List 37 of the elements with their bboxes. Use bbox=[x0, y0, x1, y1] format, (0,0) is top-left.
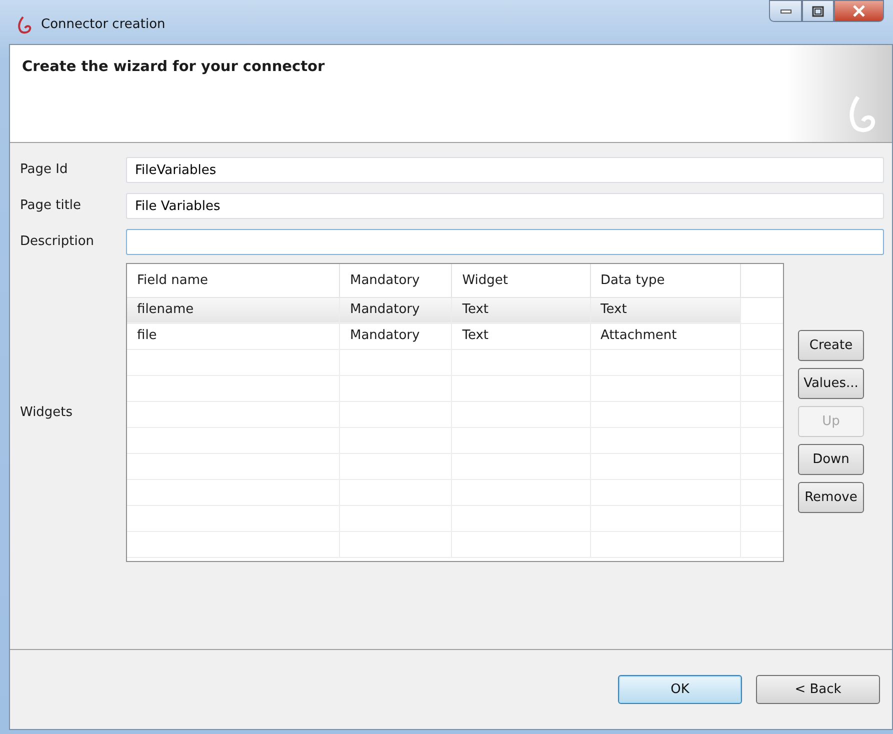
maximize-button[interactable] bbox=[802, 0, 834, 22]
table-cell: file bbox=[127, 323, 340, 349]
field-label: Page Id bbox=[20, 161, 69, 180]
column-header[interactable]: Widget bbox=[452, 264, 590, 297]
table-cell: Attachment bbox=[590, 323, 740, 349]
action-button[interactable]: Remove bbox=[798, 482, 864, 513]
dialog-button[interactable]: < Back bbox=[756, 675, 880, 704]
table-cell: Text bbox=[452, 297, 590, 323]
text-field[interactable]: File Variables bbox=[126, 193, 884, 219]
minimize-icon bbox=[780, 8, 792, 14]
table-cell: Text bbox=[452, 323, 590, 349]
text-field[interactable]: FileVariables bbox=[126, 157, 884, 183]
text-field[interactable] bbox=[126, 229, 884, 255]
action-button[interactable]: Values... bbox=[798, 368, 864, 399]
field-label: Description bbox=[20, 233, 96, 252]
app-logo-icon bbox=[848, 95, 878, 135]
close-icon bbox=[852, 5, 866, 17]
table-cell: Text bbox=[590, 297, 740, 323]
wizard-title: Create the wizard for your connector bbox=[22, 58, 326, 77]
minimize-button[interactable] bbox=[769, 0, 802, 22]
table-cell: filename bbox=[127, 297, 340, 323]
field-label: Widgets bbox=[20, 404, 73, 420]
window-title: Connector creation bbox=[41, 16, 166, 34]
table-cell: Mandatory bbox=[339, 323, 452, 349]
field-label: Page title bbox=[20, 197, 82, 216]
table-row[interactable]: filename Mandatory Text Text bbox=[127, 297, 783, 323]
action-button[interactable]: Create bbox=[798, 330, 864, 361]
table-row[interactable]: file Mandatory Text Attachment bbox=[127, 323, 783, 349]
close-button[interactable] bbox=[834, 0, 884, 22]
maximize-icon bbox=[812, 6, 824, 16]
table-cell: Mandatory bbox=[339, 297, 452, 323]
column-header[interactable]: Mandatory bbox=[339, 264, 452, 297]
action-button[interactable]: Down bbox=[798, 444, 864, 475]
column-header[interactable]: Field name bbox=[127, 264, 340, 297]
column-header[interactable]: Data type bbox=[590, 264, 740, 297]
app-logo-icon bbox=[17, 16, 33, 34]
dialog-button[interactable]: OK bbox=[618, 675, 742, 704]
